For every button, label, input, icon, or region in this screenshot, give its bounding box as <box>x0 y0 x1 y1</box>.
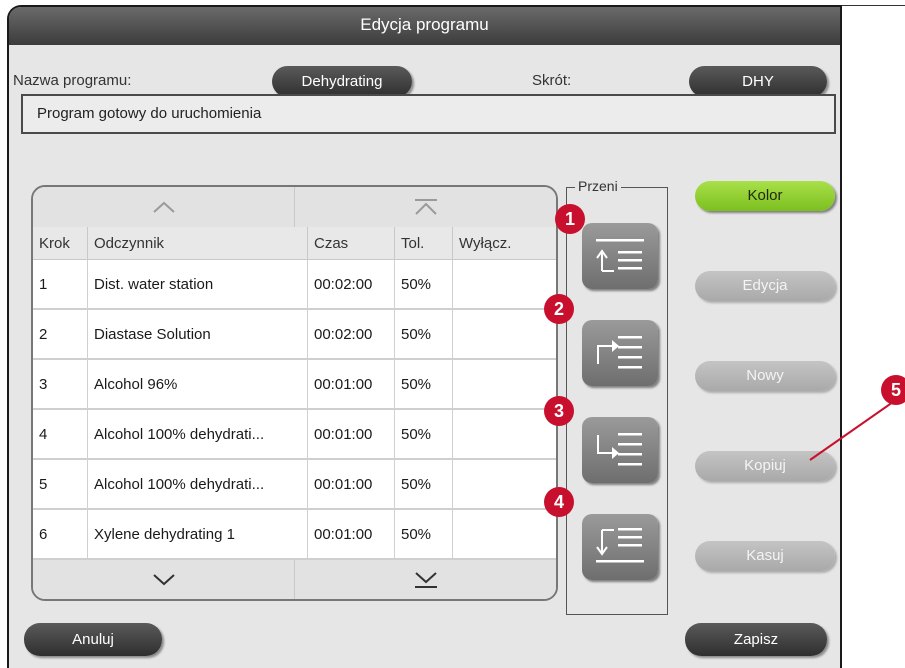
scroll-top-button[interactable] <box>294 187 556 227</box>
insert-step-before-button[interactable] <box>582 417 658 483</box>
table-row[interactable]: 6 Xylene dehydrating 1 00:01:00 50% <box>33 510 556 560</box>
cell-reagent: Dist. water station <box>88 260 308 308</box>
cell-tolerance: 50% <box>395 460 453 508</box>
cell-step: 5 <box>33 460 88 508</box>
table-header: Krok Odczynnik Czas Tol. Wyłącz. <box>33 227 556 260</box>
program-name-button[interactable]: Dehydrating <box>272 66 412 97</box>
cell-tolerance: 50% <box>395 360 453 408</box>
insert-step-after-button[interactable] <box>582 320 658 386</box>
insert-step-before-icon <box>597 433 642 466</box>
double-chevron-up-icon <box>414 199 437 215</box>
cell-time: 00:01:00 <box>308 410 395 458</box>
edit-button[interactable]: Edycja <box>695 271 835 301</box>
cell-exclude <box>453 360 556 408</box>
abbreviation-label: Skrót: <box>532 72 572 89</box>
cell-tolerance: 50% <box>395 260 453 308</box>
insert-step-above-icon <box>596 239 644 272</box>
cell-exclude <box>453 510 556 558</box>
table-row[interactable]: 5 Alcohol 100% dehydrati... 00:01:00 50% <box>33 460 556 510</box>
cancel-button[interactable]: Anuluj <box>24 623 162 656</box>
program-edit-window: Edycja programu Nazwa programu: Dehydrat… <box>7 5 842 668</box>
cell-exclude <box>453 310 556 358</box>
cell-time: 00:02:00 <box>308 310 395 358</box>
header-reagent: Odczynnik <box>88 227 308 259</box>
callout-3: 3 <box>544 396 574 426</box>
insert-step-after-icon <box>597 336 642 369</box>
table-row[interactable]: 1 Dist. water station 00:02:00 50% <box>33 260 556 310</box>
insert-step-below-button[interactable] <box>582 514 658 580</box>
delete-button[interactable]: Kasuj <box>695 541 835 571</box>
table-row[interactable]: 2 Diastase Solution 00:02:00 50% <box>33 310 556 360</box>
new-button[interactable]: Nowy <box>695 361 835 391</box>
chevron-down-icon <box>152 574 175 586</box>
callout-2: 2 <box>544 294 574 324</box>
cell-tolerance: 50% <box>395 410 453 458</box>
callout-5: 5 <box>881 375 905 405</box>
cell-reagent: Diastase Solution <box>88 310 308 358</box>
cell-step: 2 <box>33 310 88 358</box>
header-exclude: Wyłącz. <box>459 234 512 252</box>
insert-step-above-button[interactable] <box>582 223 658 289</box>
table-row[interactable]: 4 Alcohol 100% dehydrati... 00:01:00 50% <box>33 410 556 460</box>
cell-step: 6 <box>33 510 88 558</box>
abbreviation-button[interactable]: DHY <box>689 66 827 97</box>
cell-step: 3 <box>33 360 88 408</box>
header-tolerance: Tol. <box>395 227 453 259</box>
cell-exclude <box>453 460 556 508</box>
cell-exclude <box>453 410 556 458</box>
cell-time: 00:01:00 <box>308 360 395 408</box>
cell-time: 00:02:00 <box>308 260 395 308</box>
cell-exclude <box>453 260 556 308</box>
cell-time: 00:01:00 <box>308 510 395 558</box>
table-nav-top <box>33 187 556 227</box>
move-group-legend: Przeni <box>575 178 621 194</box>
insert-step-below-icon <box>596 528 644 563</box>
callout-4: 4 <box>544 487 574 517</box>
top-rule <box>840 5 905 6</box>
scroll-up-button[interactable] <box>33 187 294 227</box>
cell-step: 4 <box>33 410 88 458</box>
double-chevron-down-icon <box>414 572 437 588</box>
header-time: Czas <box>308 227 395 259</box>
cell-time: 00:01:00 <box>308 460 395 508</box>
program-steps-table: Krok Odczynnik Czas Tol. Wyłącz. 1 Dist.… <box>31 185 558 601</box>
program-name-label: Nazwa programu: <box>13 72 132 89</box>
program-status-box: Program gotowy do uruchomienia <box>21 94 836 134</box>
save-button[interactable]: Zapisz <box>685 623 827 656</box>
color-button[interactable]: Kolor <box>695 181 835 211</box>
cell-reagent: Alcohol 100% dehydrati... <box>88 460 308 508</box>
scroll-down-button[interactable] <box>33 560 294 599</box>
table-row[interactable]: 3 Alcohol 96% 00:01:00 50% <box>33 360 556 410</box>
chevron-up-icon <box>152 201 175 213</box>
window-title: Edycja programu <box>9 7 840 45</box>
cell-reagent: Alcohol 100% dehydrati... <box>88 410 308 458</box>
cell-reagent: Xylene dehydrating 1 <box>88 510 308 558</box>
callout-1: 1 <box>555 204 585 234</box>
cell-tolerance: 50% <box>395 310 453 358</box>
cell-tolerance: 50% <box>395 510 453 558</box>
table-nav-bottom <box>33 560 556 599</box>
scroll-bottom-button[interactable] <box>294 560 556 599</box>
cell-reagent: Alcohol 96% <box>88 360 308 408</box>
cell-step: 1 <box>33 260 88 308</box>
header-step: Krok <box>33 227 88 259</box>
